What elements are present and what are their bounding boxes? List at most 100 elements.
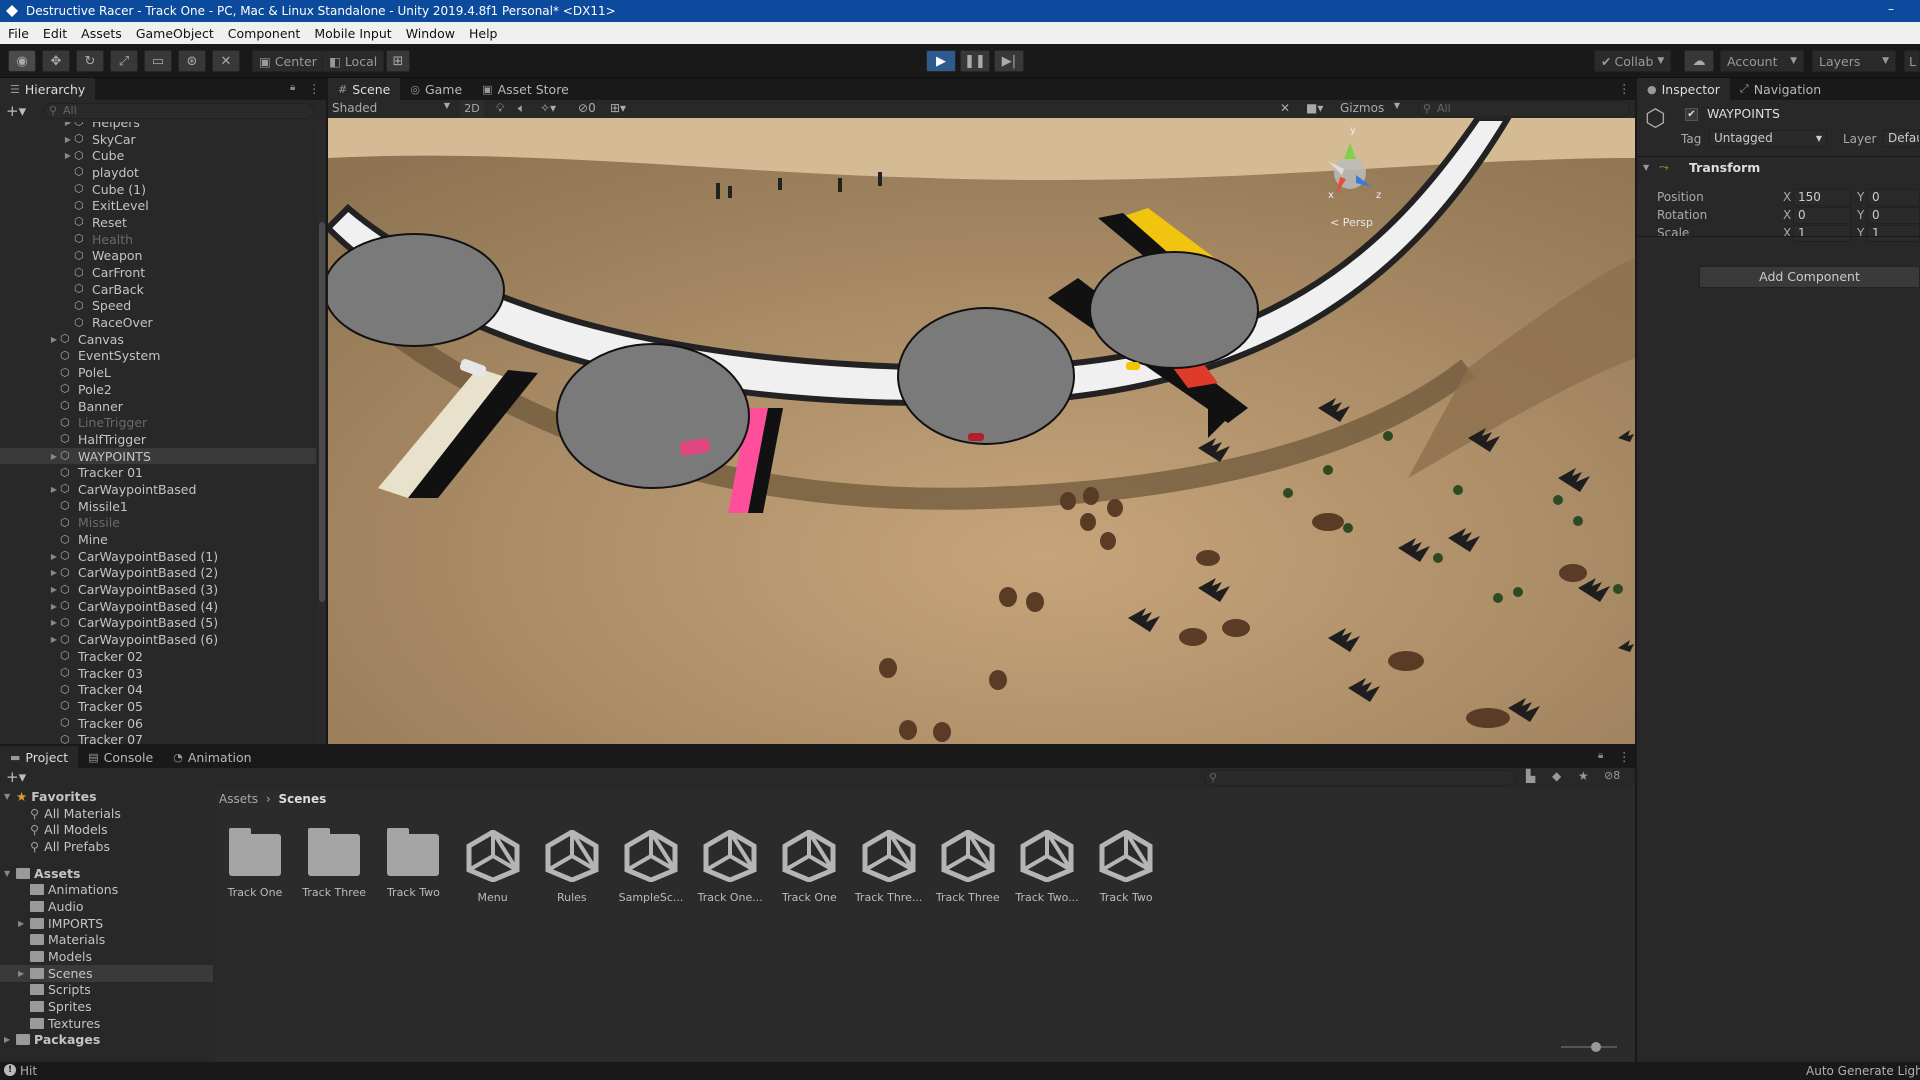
hidden-packages-icon[interactable]: ⊘8	[1604, 769, 1620, 782]
pivot-center-toggle[interactable]: ▣ Center	[252, 50, 324, 72]
hierarchy-item[interactable]: ⬡ Speed	[0, 298, 316, 315]
add-object-icon[interactable]: +▾	[6, 102, 26, 120]
hierarchy-item[interactable]: ⬡ playdot	[0, 164, 316, 181]
packages-root[interactable]: ▶ Packages	[0, 1032, 213, 1049]
expand-arrow-icon[interactable]: ▶	[48, 335, 60, 344]
hierarchy-item[interactable]: ▶ ⬡ SkyCar	[0, 131, 316, 148]
x-axis-label[interactable]: X	[1783, 190, 1791, 204]
transform-header[interactable]: Transform	[1689, 160, 1760, 175]
step-button[interactable]: ▶|	[994, 50, 1024, 72]
collab-dropdown[interactable]: ✔ Collab ▼	[1594, 50, 1672, 72]
hierarchy-item[interactable]: ⬡ Banner	[0, 398, 316, 415]
x-value-field[interactable]: 1	[1793, 225, 1851, 242]
y-axis-label[interactable]: Y	[1857, 190, 1864, 204]
rotate-tool-icon[interactable]: ↻	[76, 50, 104, 72]
favorite-item[interactable]: ⚲ All Materials	[0, 805, 213, 822]
folder-item[interactable]: ▶ Scenes	[0, 964, 213, 982]
x-value-field[interactable]: 150	[1793, 189, 1851, 206]
asset-scene[interactable]: Track Two	[1088, 825, 1164, 918]
minimize-button[interactable]: –	[1888, 2, 1894, 16]
active-checkbox[interactable]: ✔	[1685, 108, 1698, 121]
folder-item[interactable]: Audio	[0, 898, 213, 915]
y-axis-label[interactable]: Y	[1857, 226, 1864, 240]
hierarchy-item[interactable]: ▶ ⬡ CarWaypointBased (5)	[0, 615, 316, 632]
expand-arrow-icon[interactable]: ▶	[48, 602, 60, 611]
asset-scene[interactable]: Rules	[534, 825, 610, 918]
custom-tool-icon[interactable]: ✕	[212, 50, 240, 72]
expand-arrow-icon[interactable]: ▶	[62, 151, 74, 160]
hierarchy-item[interactable]: ⬡ Health	[0, 231, 316, 248]
tab-inspector[interactable]: ● Inspector	[1637, 78, 1730, 100]
breadcrumb-assets[interactable]: Assets	[219, 792, 258, 806]
expand-arrow-icon[interactable]: ▶	[62, 135, 74, 144]
hierarchy-item[interactable]: ⬡ Mine	[0, 531, 316, 548]
favorite-star-icon[interactable]: ★	[1578, 769, 1589, 783]
object-name-field[interactable]: WAYPOINTS	[1707, 106, 1780, 121]
hierarchy-item[interactable]: ▶ ⬡ Canvas	[0, 331, 316, 348]
folder-item[interactable]: Animations	[0, 881, 213, 898]
hierarchy-item[interactable]: ⬡ Weapon	[0, 248, 316, 265]
hierarchy-item[interactable]: ⬡ LineTrigger	[0, 414, 316, 431]
tools-icon[interactable]: ✕	[1280, 101, 1290, 115]
asset-folder[interactable]: Track One	[217, 828, 293, 918]
play-button[interactable]: ▶	[926, 50, 956, 72]
hierarchy-item[interactable]: ⬡ CarFront	[0, 264, 316, 281]
menu-window[interactable]: Window	[406, 26, 455, 41]
expand-arrow-icon[interactable]: ▶	[4, 1035, 16, 1044]
menu-component[interactable]: Component	[228, 26, 301, 41]
expand-arrow-icon[interactable]: ▶	[18, 919, 30, 928]
project-search-input[interactable]: ⚲	[1204, 770, 1516, 786]
transform-row-label[interactable]: Position	[1657, 190, 1704, 204]
asset-folder[interactable]: Track Two	[375, 828, 451, 918]
x-value-field[interactable]: 0	[1793, 207, 1851, 224]
expand-arrow-icon[interactable]: ▶	[48, 585, 60, 594]
camera-icon[interactable]: ■▾	[1306, 101, 1323, 115]
kebab-menu-icon[interactable]: ⋮	[1618, 81, 1631, 96]
hierarchy-item[interactable]: ⬡ Pole2	[0, 381, 316, 398]
favorite-item[interactable]: ⚲ All Models	[0, 821, 213, 838]
hierarchy-item[interactable]: ⬡ EventSystem	[0, 348, 316, 365]
expand-arrow-icon[interactable]: ▼	[4, 869, 16, 878]
asset-scene[interactable]: Menu	[455, 825, 531, 918]
cloud-icon[interactable]: ☁	[1684, 50, 1714, 72]
menu-help[interactable]: Help	[469, 26, 498, 41]
menu-gameobject[interactable]: GameObject	[136, 26, 214, 41]
expand-arrow-icon[interactable]: ▼	[4, 792, 16, 801]
tab-animation[interactable]: ◔ Animation	[163, 746, 261, 768]
x-axis-label[interactable]: X	[1783, 208, 1791, 222]
expand-arrow-icon[interactable]: ▶	[18, 969, 30, 978]
hierarchy-search-input[interactable]: ⚲ All	[44, 103, 314, 119]
layer-dropdown[interactable]: Defau	[1883, 130, 1920, 147]
asset-folder[interactable]: Track Three	[296, 828, 372, 918]
hierarchy-item[interactable]: ⬡ Missile1	[0, 498, 316, 515]
add-component-button[interactable]: Add Component	[1699, 266, 1920, 288]
lock-icon[interactable]: 🔒︎	[290, 82, 295, 93]
x-axis-label[interactable]: X	[1783, 226, 1791, 240]
transform-tool-icon[interactable]: ⊛	[178, 50, 206, 72]
hierarchy-item[interactable]: ⬡ CarBack	[0, 281, 316, 298]
icon-size-slider-handle[interactable]	[1591, 1042, 1601, 1052]
hierarchy-item[interactable]: ⬡ ExitLevel	[0, 197, 316, 214]
y-value-field[interactable]: 0	[1867, 207, 1920, 224]
folder-item[interactable]: Materials	[0, 932, 213, 949]
menu-edit[interactable]: Edit	[43, 26, 67, 41]
hierarchy-item[interactable]: ⬡ PoleL	[0, 364, 316, 381]
audio-icon[interactable]: 🔈︎	[518, 101, 525, 116]
search-by-label-icon[interactable]: ◆	[1552, 769, 1561, 783]
folder-item[interactable]: Scripts	[0, 982, 213, 999]
asset-scene[interactable]: Track One	[771, 825, 847, 918]
transform-row-label[interactable]: Rotation	[1657, 208, 1707, 222]
toggle-2d-button[interactable]: 2D	[460, 100, 484, 118]
folder-item[interactable]: Textures	[0, 1015, 213, 1032]
folder-item[interactable]: Models	[0, 948, 213, 965]
icon-size-slider[interactable]	[1561, 1042, 1617, 1052]
foldout-arrow-icon[interactable]: ▼	[1643, 163, 1649, 172]
gizmos-dropdown[interactable]: Gizmos ▼	[1340, 101, 1402, 117]
asset-scene[interactable]: Track One...	[692, 825, 768, 918]
auto-generate-lighting-label[interactable]: Auto Generate Ligh	[1806, 1064, 1920, 1078]
hierarchy-item[interactable]: ⬡ Tracker 06	[0, 715, 316, 732]
effects-icon[interactable]: ✧▾	[540, 101, 556, 115]
asset-scene[interactable]: Track Three	[930, 825, 1006, 918]
grid-snap-icon[interactable]: ⊞	[386, 50, 410, 72]
expand-arrow-icon[interactable]: ▶	[48, 485, 60, 494]
